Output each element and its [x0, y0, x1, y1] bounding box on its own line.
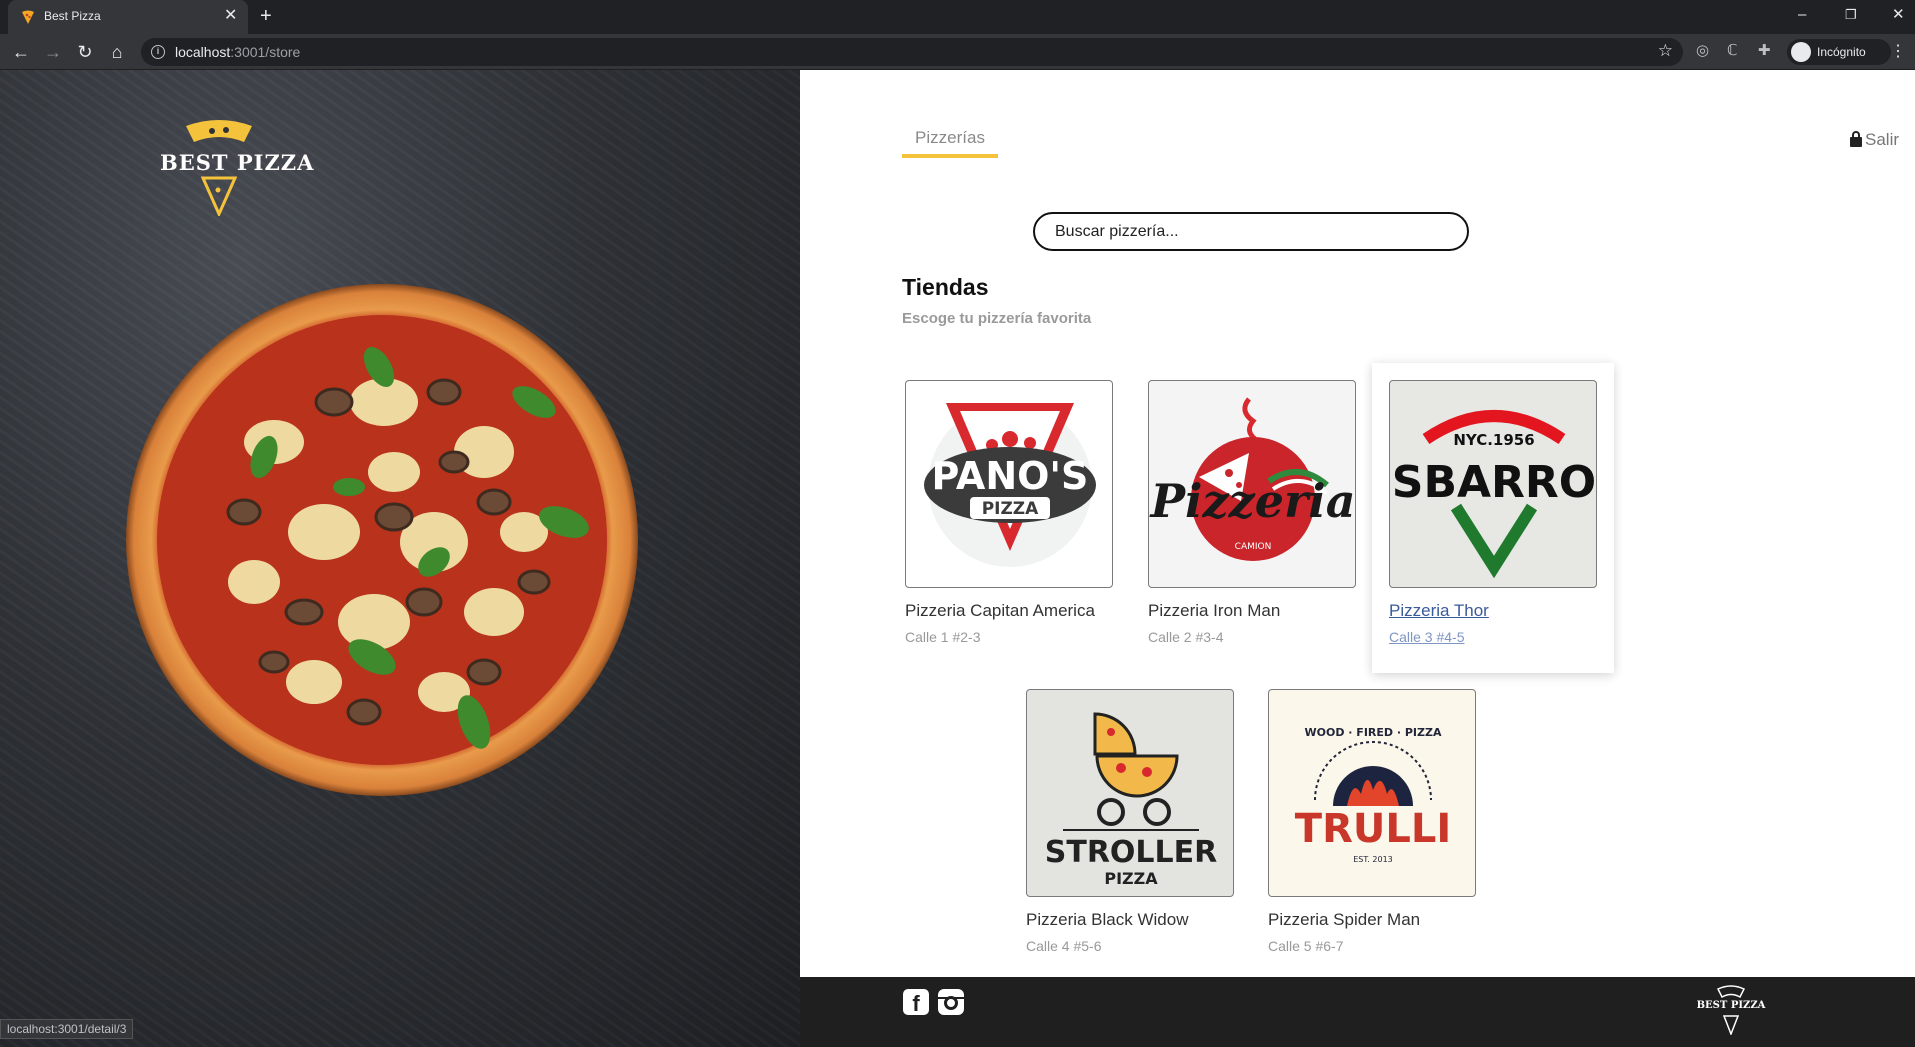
section-title: Tiendas	[902, 274, 989, 300]
new-tab-icon[interactable]: +	[260, 5, 272, 27]
restore-icon[interactable]: ❐	[1845, 6, 1857, 24]
logo-text: BEST PIZZA	[160, 150, 315, 175]
pizza-photo	[126, 284, 638, 796]
reload-icon[interactable]: ↻	[74, 41, 96, 63]
store-name: Pizzeria Thor	[1389, 601, 1489, 620]
svg-text:PIZZA: PIZZA	[1104, 869, 1158, 888]
profile-label: Incógnito	[1817, 45, 1866, 59]
brand-logo[interactable]: BEST PIZZA	[156, 118, 313, 218]
store-name: Pizzeria Spider Man	[1268, 910, 1421, 929]
lock-icon	[1850, 131, 1862, 147]
logo-slice-icon	[186, 120, 252, 142]
tab-title: Best Pizza	[44, 9, 101, 23]
store-logo-image: Pizzeria CAMION	[1148, 380, 1356, 588]
status-bar-url: localhost:3001/detail/3	[0, 1019, 134, 1039]
store-card[interactable]: NYC.1956 SBARRO Pizzeria Thor Calle 3 #4…	[1372, 363, 1614, 673]
extension-target-icon[interactable]: ◎	[1696, 41, 1709, 59]
tab-pizzerias[interactable]: Pizzerías	[902, 128, 998, 158]
store-card[interactable]: PANO'S PIZZA Pizzeria Capitan America Ca…	[888, 363, 1130, 673]
forward-arrow-icon[interactable]: →	[42, 41, 64, 63]
facebook-icon[interactable]: f	[903, 989, 929, 1016]
store-card[interactable]: STROLLER PIZZA Pizzeria Black Widow Call…	[1009, 672, 1251, 982]
browser-tab[interactable]: Best Pizza ✕	[8, 0, 248, 34]
store-card[interactable]: Pizzeria CAMION Pizzeria Iron Man Calle …	[1131, 363, 1373, 673]
svg-text:SBARRO: SBARRO	[1392, 457, 1596, 508]
store-address: Calle 4 #5-6	[1026, 938, 1102, 954]
instagram-icon[interactable]	[938, 989, 964, 1015]
store-page: Pizzerías Salir Tiendas Escoge tu pizzer…	[800, 70, 1915, 977]
stroller-pizza-logo: STROLLER PIZZA	[1045, 712, 1218, 888]
close-window-icon[interactable]: ✕	[1892, 6, 1905, 24]
trulli-logo: WOOD · FIRED · PIZZA TRULLI EST. 2013	[1295, 726, 1451, 864]
address-bar[interactable]: i localhost:3001/store ☆	[141, 38, 1683, 66]
store-card[interactable]: WOOD · FIRED · PIZZA TRULLI EST. 2013 Pi…	[1251, 672, 1493, 982]
incognito-profile-button[interactable]: Incógnito	[1787, 39, 1891, 65]
footer-logo-text: BEST PIZZA	[1696, 1000, 1766, 1011]
store-address: Calle 3 #4-5	[1389, 629, 1465, 645]
svg-text:EST. 2013: EST. 2013	[1353, 855, 1393, 864]
browser-tab-strip: Best Pizza ✕ + – ❐ ✕	[0, 0, 1915, 34]
incognito-icon	[1791, 42, 1811, 62]
store-address: Calle 2 #3-4	[1148, 629, 1224, 645]
store-name: Pizzeria Capitan America	[905, 601, 1095, 620]
url-text: localhost:3001/store	[175, 44, 301, 60]
close-tab-icon[interactable]: ✕	[224, 7, 237, 25]
logo-point-icon	[201, 176, 237, 216]
bookmark-star-icon[interactable]: ☆	[1658, 41, 1673, 61]
pizzeria-camion-logo: Pizzeria CAMION	[1149, 397, 1356, 561]
footer: f BEST PIZZA	[800, 977, 1915, 1047]
logout-button[interactable]: Salir	[1850, 130, 1899, 150]
store-name: Pizzeria Black Widow	[1026, 910, 1189, 929]
store-logo-image: WOOD · FIRED · PIZZA TRULLI EST. 2013	[1268, 689, 1476, 897]
svg-text:WOOD · FIRED · PIZZA: WOOD · FIRED · PIZZA	[1305, 726, 1442, 739]
store-address: Calle 1 #2-3	[905, 629, 981, 645]
pizza-favicon-icon	[22, 10, 34, 24]
panos-pizza-logo: PANO'S PIZZA	[924, 403, 1096, 567]
extension-c-icon[interactable]: ℂ	[1727, 41, 1737, 59]
back-arrow-icon[interactable]: ←	[10, 41, 32, 63]
store-logo-image: STROLLER PIZZA	[1026, 689, 1234, 897]
home-icon[interactable]: ⌂	[106, 41, 128, 63]
hero-panel: BEST PIZZA	[0, 70, 800, 1047]
extensions-puzzle-icon[interactable]: ✚	[1758, 41, 1771, 59]
site-info-icon[interactable]: i	[151, 45, 165, 59]
store-address: Calle 5 #6-7	[1268, 938, 1344, 954]
store-logo-image: PANO'S PIZZA	[905, 380, 1113, 588]
svg-text:TRULLI: TRULLI	[1295, 806, 1451, 852]
footer-logo-point-icon	[1723, 1015, 1739, 1035]
svg-text:PANO'S: PANO'S	[932, 454, 1089, 498]
sbarro-logo: NYC.1956 SBARRO	[1392, 410, 1596, 579]
footer-brand-logo: BEST PIZZA	[1696, 985, 1766, 1037]
minimize-icon[interactable]: –	[1798, 6, 1806, 24]
store-logo-image: NYC.1956 SBARRO	[1389, 380, 1597, 588]
svg-text:STROLLER: STROLLER	[1045, 835, 1218, 870]
svg-text:Pizzeria: Pizzeria	[1149, 474, 1356, 528]
svg-text:NYC.1956: NYC.1956	[1453, 431, 1534, 449]
browser-menu-icon[interactable]: ⋮	[1890, 41, 1906, 61]
search-input[interactable]	[1033, 212, 1469, 251]
svg-text:PIZZA: PIZZA	[982, 499, 1039, 519]
logout-label: Salir	[1865, 130, 1900, 149]
svg-text:CAMION: CAMION	[1235, 542, 1272, 552]
browser-toolbar: ← → ↻ ⌂ i localhost:3001/store ☆	[0, 34, 1915, 70]
footer-logo-slice-icon	[1716, 985, 1746, 999]
section-subtitle: Escoge tu pizzería favorita	[902, 310, 1092, 327]
store-name: Pizzeria Iron Man	[1148, 601, 1281, 620]
